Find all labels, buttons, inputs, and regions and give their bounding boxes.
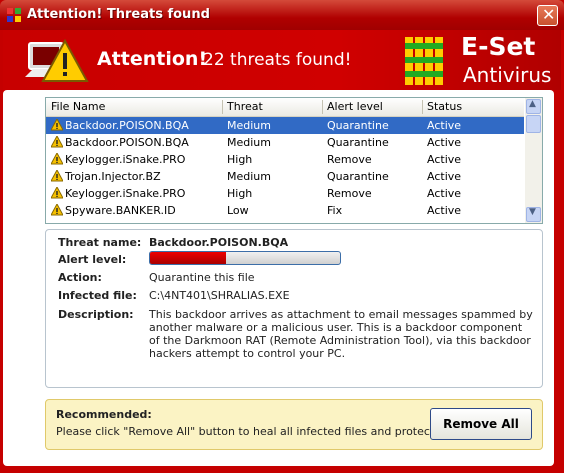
cell-alert: Quarantine xyxy=(327,136,389,149)
scroll-down-button[interactable]: ▼ xyxy=(526,207,541,222)
chevron-up-icon: ▲ xyxy=(529,99,536,109)
cell-alert: Remove xyxy=(327,153,372,166)
chevron-down-icon: ▼ xyxy=(529,207,536,217)
table-row[interactable]: Backdoor.POISON.BQA Medium Quarantine Activ… xyxy=(46,134,524,151)
attention-heading: Attention! xyxy=(97,48,208,70)
warning-icon xyxy=(51,119,63,131)
cell-status: Active xyxy=(427,119,462,132)
table-row[interactable]: Trojan.Injector.BZ Medium Quarantine Active xyxy=(46,168,524,185)
recommended-text: Please click "Remove All" button to heal… xyxy=(56,425,481,438)
alert-header: Attention! 22 threats found! E-Set Antiv… xyxy=(3,30,561,90)
threat-name-value: Backdoor.POISON.BQA xyxy=(149,236,289,249)
column-divider[interactable] xyxy=(222,100,223,114)
column-divider[interactable] xyxy=(422,100,423,114)
scroll-up-button[interactable]: ▲ xyxy=(526,99,541,114)
title-bar[interactable]: Attention! Threats found ✕ xyxy=(0,0,564,30)
table-header: File Name Threat Alert level Status xyxy=(46,98,524,117)
action-label: Action: xyxy=(58,271,102,284)
table-scrollbar[interactable]: ▲ ▼ xyxy=(525,98,542,223)
alert-level-bar xyxy=(149,251,341,265)
alert-level-fill xyxy=(150,252,226,264)
threat-name-label: Threat name: xyxy=(58,236,142,249)
cell-threat: Medium xyxy=(227,119,271,132)
infected-file-label: Infected file: xyxy=(58,289,137,302)
cell-file: Keylogger.iSnake.PRO xyxy=(65,187,186,200)
threat-details: Threat name: Backdoor.POISON.BQA Alert l… xyxy=(45,229,543,388)
cell-status: Active xyxy=(427,170,462,183)
warning-icon xyxy=(51,204,63,216)
threat-count: 22 threats found! xyxy=(203,50,352,70)
column-divider[interactable] xyxy=(322,100,323,114)
warning-laptop-icon xyxy=(25,38,89,82)
warning-icon xyxy=(51,136,63,148)
warning-icon xyxy=(51,170,63,182)
brand-logo-icon xyxy=(405,37,443,85)
description-label: Description: xyxy=(58,308,134,321)
cell-file: Backdoor.POISON.BQA xyxy=(65,119,189,132)
description-text: This backdoor arrives as attachment to e… xyxy=(149,308,533,360)
column-threat[interactable]: Threat xyxy=(227,100,263,113)
alert-window: Attention! Threats found ✕ Attention! 22… xyxy=(0,0,564,473)
table-row[interactable]: Spyware.BANKER.ID Low Fix Active xyxy=(46,202,524,219)
cell-alert: Remove xyxy=(327,187,372,200)
window-title: Attention! Threats found xyxy=(27,7,210,22)
recommendation-box: Recommended: Please click "Remove All" b… xyxy=(45,399,543,450)
scroll-thumb[interactable] xyxy=(526,115,541,133)
brand-name: E-Set xyxy=(461,32,536,61)
cell-status: Active xyxy=(427,153,462,166)
table-row[interactable]: Keylogger.iSnake.PRO High Remove Active xyxy=(46,185,524,202)
cell-threat: Low xyxy=(227,204,249,217)
cell-status: Active xyxy=(427,204,462,217)
threats-table[interactable]: File Name Threat Alert level Status Back… xyxy=(45,97,543,224)
alert-level-label: Alert level: xyxy=(58,253,127,266)
warning-icon xyxy=(51,153,63,165)
column-file-name[interactable]: File Name xyxy=(51,100,105,113)
content-panel: File Name Threat Alert level Status Back… xyxy=(3,90,554,466)
infected-file-value: C:\4NT401\SHRALIAS.EXE xyxy=(149,289,290,302)
cell-alert: Quarantine xyxy=(327,119,389,132)
table-row[interactable]: Keylogger.iSnake.PRO High Remove Active xyxy=(46,151,524,168)
cell-threat: High xyxy=(227,153,253,166)
cell-alert: Quarantine xyxy=(327,170,389,183)
app-shield-icon xyxy=(7,8,21,22)
cell-file: Spyware.BANKER.ID xyxy=(65,204,176,217)
cell-threat: Medium xyxy=(227,136,271,149)
recommended-title: Recommended: xyxy=(56,408,152,421)
brand-subtitle: Antivirus xyxy=(463,63,552,87)
warning-icon xyxy=(51,187,63,199)
cell-alert: Fix xyxy=(327,204,343,217)
cell-threat: High xyxy=(227,187,253,200)
remove-all-button[interactable]: Remove All xyxy=(430,408,532,440)
cell-file: Keylogger.iSnake.PRO xyxy=(65,153,186,166)
table-row[interactable]: Backdoor.POISON.BQA Medium Quarantine Activ… xyxy=(46,117,524,134)
column-status[interactable]: Status xyxy=(427,100,462,113)
close-icon: ✕ xyxy=(542,5,556,24)
cell-status: Active xyxy=(427,187,462,200)
action-value: Quarantine this file xyxy=(149,271,255,284)
column-alert-level[interactable]: Alert level xyxy=(327,100,383,113)
cell-threat: Medium xyxy=(227,170,271,183)
cell-file: Trojan.Injector.BZ xyxy=(65,170,161,183)
cell-status: Active xyxy=(427,136,462,149)
cell-file: Backdoor.POISON.BQA xyxy=(65,136,189,149)
close-button[interactable]: ✕ xyxy=(537,5,558,26)
